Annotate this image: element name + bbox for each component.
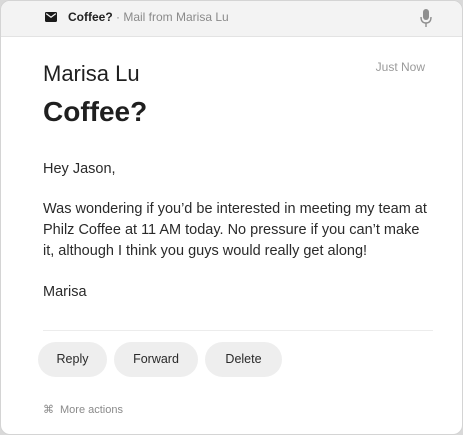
envelope-icon: [45, 12, 57, 22]
header-title: Coffee? · Mail from Marisa Lu: [68, 10, 229, 24]
timestamp: Just Now: [375, 60, 425, 74]
command-icon: ⌘: [43, 404, 54, 416]
microphone-icon[interactable]: [419, 8, 433, 28]
mail-notification-window: Coffee? · Mail from Marisa Lu Marisa Lu …: [0, 0, 463, 435]
email-greeting: Hey Jason,: [43, 161, 116, 177]
header-source: Mail from Marisa Lu: [123, 10, 229, 24]
forward-button[interactable]: Forward: [114, 342, 198, 377]
email-message: Was wondering if you’d be interested in …: [43, 201, 427, 259]
email-subject: Coffee?: [43, 96, 148, 127]
header-separator: ·: [112, 10, 124, 24]
sender-name: Marisa Lu: [43, 61, 140, 86]
notification-header: Coffee? · Mail from Marisa Lu: [1, 1, 462, 37]
more-actions-label: More actions: [60, 404, 123, 416]
divider: [43, 330, 433, 331]
more-actions-button[interactable]: ⌘ More actions: [43, 403, 123, 416]
email-signature: Marisa: [43, 284, 87, 300]
email-body: Hey Jason, Was wondering if you’d be int…: [43, 159, 428, 303]
header-subject: Coffee?: [68, 10, 113, 24]
delete-button[interactable]: Delete: [205, 342, 282, 377]
reply-button[interactable]: Reply: [38, 342, 107, 377]
